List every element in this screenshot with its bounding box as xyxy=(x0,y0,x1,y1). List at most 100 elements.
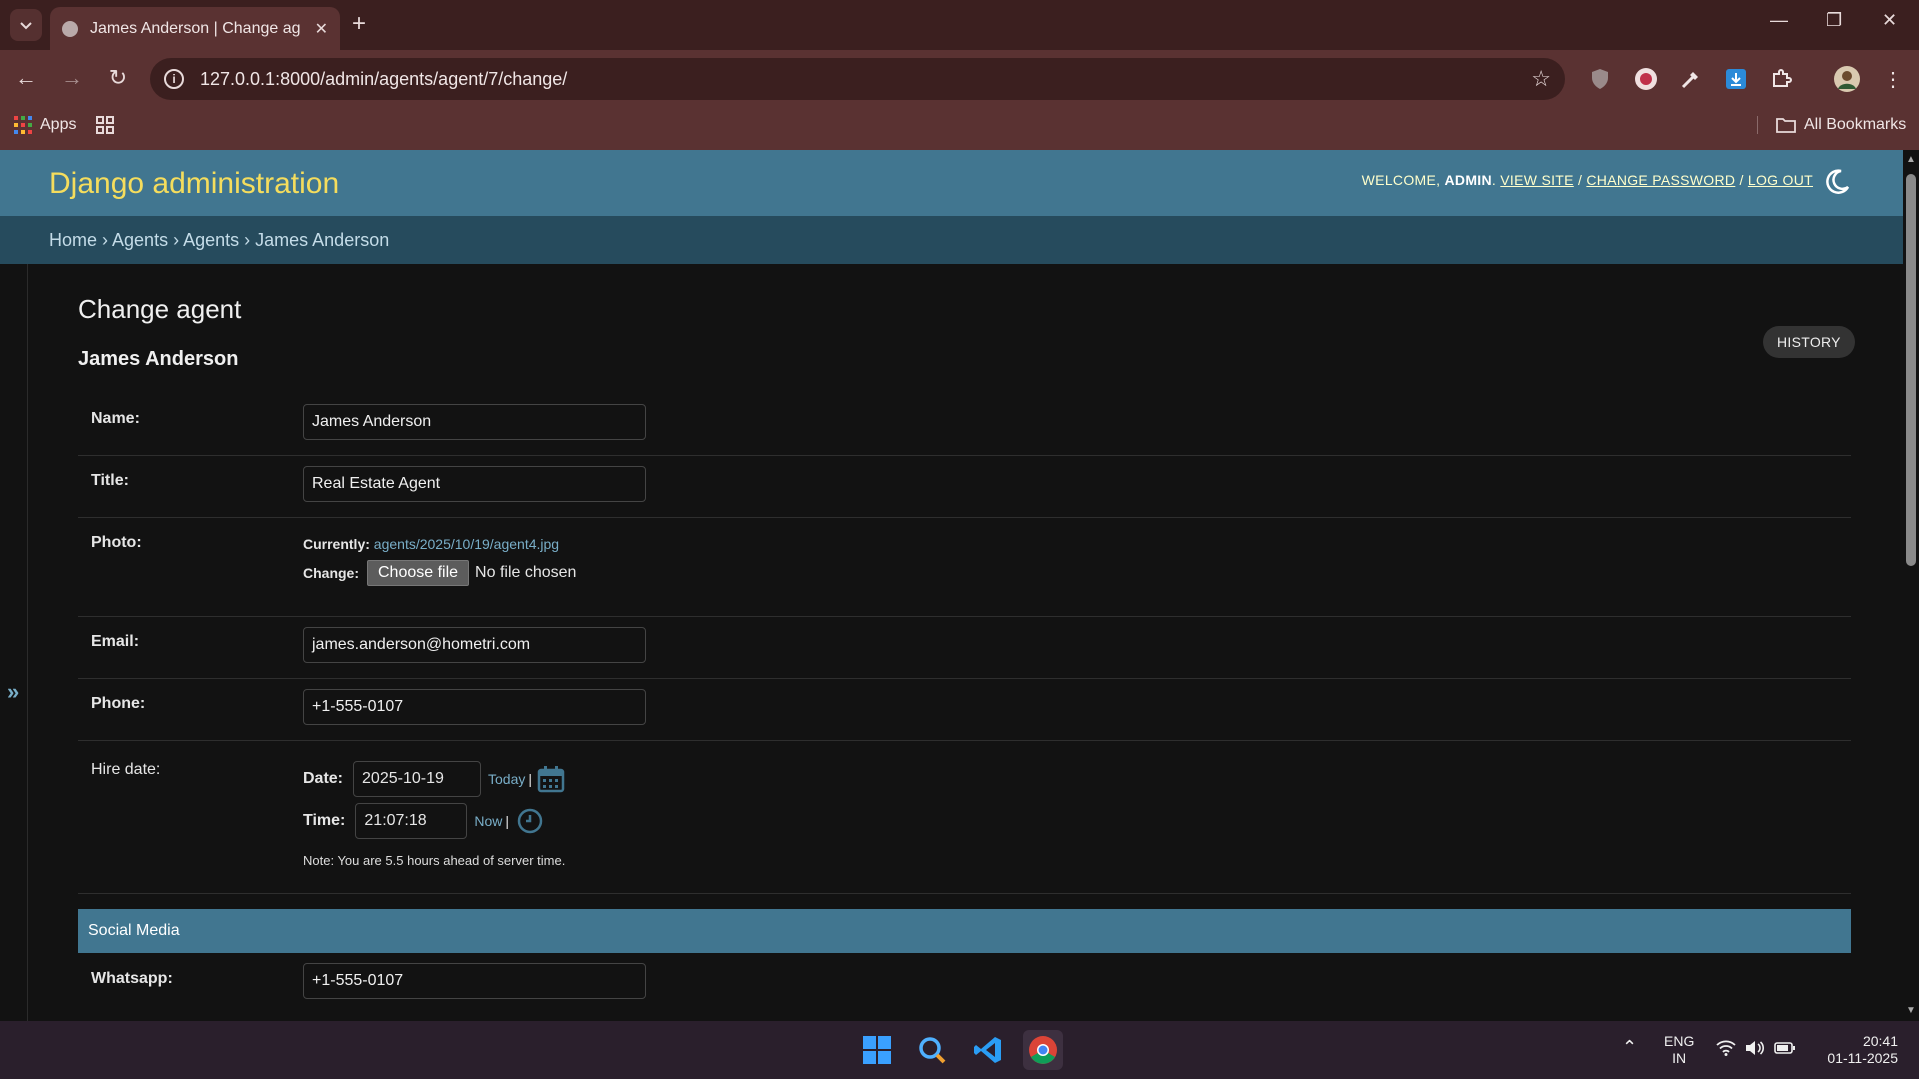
breadcrumb-model[interactable]: Agents xyxy=(183,230,239,250)
scroll-down-icon[interactable]: ▼ xyxy=(1906,1005,1916,1016)
change-password-link[interactable]: CHANGE PASSWORD xyxy=(1586,172,1735,188)
form-row-whatsapp: Whatsapp: +1-555-0107 xyxy=(78,953,1851,1015)
phone-input[interactable]: +1-555-0107 xyxy=(303,689,646,725)
language-indicator[interactable]: ENG IN xyxy=(1664,1033,1694,1067)
now-link[interactable]: Now xyxy=(474,813,502,829)
volume-icon[interactable] xyxy=(1745,1040,1765,1060)
form-row-name: Name: James Anderson xyxy=(78,394,1851,456)
download-icon[interactable] xyxy=(1723,66,1749,92)
social-media-fieldset-title: Social Media xyxy=(78,909,1851,953)
globe-icon xyxy=(62,20,78,37)
page-title: Change agent xyxy=(78,294,242,324)
restore-icon[interactable]: ❐ xyxy=(1826,10,1842,31)
extension-round-icon[interactable] xyxy=(1633,66,1659,92)
calendar-icon[interactable] xyxy=(537,765,565,793)
double-chevron-right-icon: » xyxy=(7,679,20,704)
minimize-icon[interactable]: — xyxy=(1770,10,1788,31)
page-scrollbar[interactable]: ▲ ▼ xyxy=(1903,150,1919,1021)
logout-link[interactable]: LOG OUT xyxy=(1748,172,1813,188)
bookmark-apps[interactable]: Apps xyxy=(14,116,76,134)
date-label: Date: xyxy=(303,770,344,787)
shield-extension-icon[interactable] xyxy=(1587,66,1613,92)
new-tab-button[interactable]: + xyxy=(352,11,366,37)
reload-icon[interactable]: ↻ xyxy=(102,62,134,94)
lang-top: ENG xyxy=(1664,1033,1695,1049)
date-widget: Date: 2025-10-19 Today | xyxy=(303,761,565,797)
name-input[interactable]: James Anderson xyxy=(303,404,646,440)
email-label: Email: xyxy=(91,633,140,650)
scroll-up-icon[interactable]: ▲ xyxy=(1906,154,1916,165)
email-input[interactable]: james.anderson@hometri.com xyxy=(303,627,646,663)
view-site-link[interactable]: VIEW SITE xyxy=(1500,172,1574,188)
windows-start-icon[interactable] xyxy=(857,1030,897,1070)
title-input[interactable]: Real Estate Agent xyxy=(303,466,646,502)
title-label: Title: xyxy=(91,472,129,489)
date-separator: | xyxy=(528,771,533,787)
current-photo-link[interactable]: agents/2025/10/19/agent4.jpg xyxy=(374,536,559,552)
form-row-title: Title: Real Estate Agent xyxy=(78,456,1851,518)
form-row-hire-date: Hire date: Date: 2025-10-19 Today | Time… xyxy=(78,741,1851,894)
close-window-icon[interactable]: ✕ xyxy=(1882,10,1897,31)
breadcrumb-home[interactable]: Home xyxy=(49,230,97,250)
form-row-email: Email: james.anderson@hometri.com xyxy=(78,617,1851,679)
extensions-puzzle-icon[interactable] xyxy=(1768,66,1794,92)
hire-date-label: Hire date: xyxy=(91,761,161,778)
welcome-text: WELCOME, xyxy=(1361,172,1441,188)
photo-label: Photo: xyxy=(91,534,142,551)
today-link[interactable]: Today xyxy=(488,771,525,787)
vscode-icon[interactable] xyxy=(968,1030,1008,1070)
photo-currently: Currently: agents/2025/10/19/agent4.jpg xyxy=(303,536,559,552)
all-bookmarks[interactable]: All Bookmarks xyxy=(1757,116,1906,134)
battery-icon[interactable] xyxy=(1774,1040,1796,1060)
username: ADMIN xyxy=(1444,172,1492,188)
site-info-icon[interactable]: i xyxy=(164,69,184,89)
tab-search-button[interactable] xyxy=(10,9,42,41)
time-input[interactable]: 21:07:18 xyxy=(355,803,468,839)
time-widget: Time: 21:07:18 Now | xyxy=(303,803,543,839)
photo-change: Change: Choose file No file chosen xyxy=(303,560,576,586)
clock[interactable]: 20:41 01-11-2025 xyxy=(1818,1033,1898,1067)
form-row-photo: Photo: Currently: agents/2025/10/19/agen… xyxy=(78,518,1851,617)
no-file-text: No file chosen xyxy=(475,564,577,581)
breadcrumb-app[interactable]: Agents xyxy=(112,230,168,250)
tab-groups-icon[interactable] xyxy=(96,116,114,134)
change-label: Change: xyxy=(303,565,359,581)
apps-grid-icon xyxy=(14,116,32,134)
bookmark-star-icon[interactable]: ☆ xyxy=(1531,66,1551,92)
more-menu-icon[interactable]: ⋮ xyxy=(1880,66,1906,92)
bookmark-apps-label: Apps xyxy=(40,116,77,133)
theme-toggle-moon-icon[interactable] xyxy=(1823,168,1851,196)
clock-time: 20:41 xyxy=(1862,1033,1898,1049)
eyedropper-extension-icon[interactable] xyxy=(1678,66,1704,92)
close-tab-icon[interactable]: ✕ xyxy=(315,19,328,39)
admin-page: Django administration WELCOME, ADMIN. VI… xyxy=(0,150,1903,1021)
clock-icon[interactable] xyxy=(517,808,543,834)
object-title: James Anderson xyxy=(78,348,239,370)
site-brand[interactable]: Django administration xyxy=(49,167,339,201)
address-bar[interactable]: i 127.0.0.1:8000/admin/agents/agent/7/ch… xyxy=(150,58,1565,100)
url-text[interactable]: 127.0.0.1:8000/admin/agents/agent/7/chan… xyxy=(200,69,567,90)
history-button[interactable]: HISTORY xyxy=(1763,326,1855,358)
time-separator: | xyxy=(505,813,510,829)
lang-bottom: IN xyxy=(1672,1050,1687,1066)
folder-icon xyxy=(1776,118,1796,133)
browser-tab-active[interactable]: James Anderson | Change agent | Django s… xyxy=(50,7,340,50)
date-input[interactable]: 2025-10-19 xyxy=(353,761,482,797)
whatsapp-input[interactable]: +1-555-0107 xyxy=(303,963,646,999)
chevron-down-icon xyxy=(20,22,32,30)
forward-icon[interactable]: → xyxy=(56,62,88,94)
search-icon[interactable] xyxy=(912,1030,952,1070)
back-icon[interactable]: ← xyxy=(10,62,42,94)
whatsapp-label: Whatsapp: xyxy=(91,970,173,987)
tray-overflow-chevron-icon[interactable]: ⌃ xyxy=(1622,1038,1637,1056)
wifi-icon[interactable] xyxy=(1716,1040,1736,1060)
os-taskbar: ⌃ ENG IN 20:41 01-11-2025 xyxy=(0,1021,1919,1079)
scrollbar-thumb[interactable] xyxy=(1906,174,1916,566)
chrome-icon[interactable] xyxy=(1023,1030,1063,1070)
time-label: Time: xyxy=(303,812,346,829)
choose-file-button[interactable]: Choose file xyxy=(367,560,470,586)
name-label: Name: xyxy=(91,410,140,427)
nav-sidebar-toggle[interactable]: » xyxy=(0,264,28,1021)
profile-avatar[interactable] xyxy=(1834,66,1860,92)
phone-label: Phone: xyxy=(91,695,146,712)
